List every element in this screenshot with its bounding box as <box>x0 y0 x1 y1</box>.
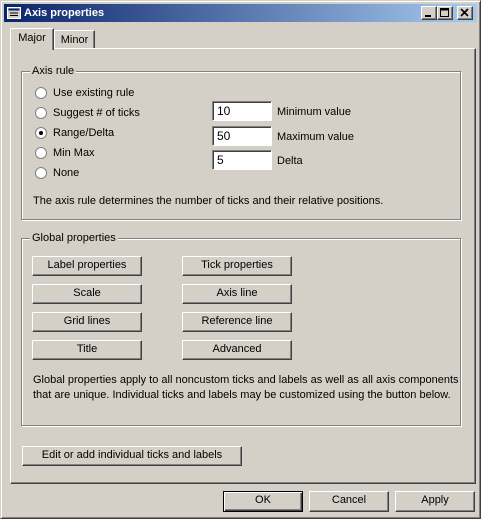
title-bar[interactable]: Axis properties <box>4 4 477 22</box>
delta-label: Delta <box>277 155 303 167</box>
tab-major[interactable]: Major <box>10 28 54 50</box>
tick-properties-button[interactable]: Tick properties <box>182 256 292 276</box>
global-properties-description-line2: that are unique. Individual ticks and la… <box>33 389 451 401</box>
axis-rule-description: The axis rule determines the number of t… <box>33 195 384 207</box>
radio-label: Suggest # of ticks <box>53 107 140 119</box>
minimum-value-input[interactable]: 10 <box>212 101 272 121</box>
scale-button[interactable]: Scale <box>32 284 142 304</box>
minimum-value-label: Minimum value <box>277 106 351 118</box>
title-button[interactable]: Title <box>32 340 142 360</box>
apply-button[interactable]: Apply <box>395 491 475 512</box>
close-icon <box>460 8 469 17</box>
axis-properties-dialog: Axis properties Major Minor Axis rule Us… <box>0 0 481 519</box>
maximize-icon <box>440 8 449 17</box>
radio-label: None <box>53 167 80 179</box>
radio-unchecked-icon <box>35 107 47 119</box>
maximum-value-input[interactable]: 50 <box>212 126 272 146</box>
axis-rule-group: Axis rule Use existing rule Suggest # of… <box>21 64 461 220</box>
axis-line-button[interactable]: Axis line <box>182 284 292 304</box>
major-tab-panel: Axis rule Use existing rule Suggest # of… <box>10 48 476 484</box>
tab-minor[interactable]: Minor <box>54 30 95 50</box>
close-button[interactable] <box>457 6 473 20</box>
maximum-value-label: Maximum value <box>277 131 355 143</box>
radio-unchecked-icon <box>35 87 47 99</box>
ok-button[interactable]: OK <box>223 491 303 512</box>
radio-unchecked-icon <box>35 147 47 159</box>
global-properties-title: Global properties <box>30 231 118 245</box>
delta-input[interactable]: 5 <box>212 150 272 170</box>
radio-unchecked-icon <box>35 167 47 179</box>
window-app-icon <box>7 6 21 20</box>
global-properties-description-line1: Global properties apply to all noncustom… <box>33 374 459 386</box>
radio-checked-icon <box>35 127 47 139</box>
radio-label: Use existing rule <box>53 87 135 99</box>
global-properties-group: Global properties Label properties Scale… <box>21 231 461 426</box>
cancel-button[interactable]: Cancel <box>309 491 389 512</box>
radio-label: Min Max <box>53 147 95 159</box>
radio-label: Range/Delta <box>53 127 115 139</box>
axis-rule-title: Axis rule <box>30 64 77 78</box>
maximize-button[interactable] <box>437 6 453 20</box>
minimize-button[interactable] <box>421 6 437 20</box>
minimize-icon <box>425 15 431 17</box>
window-title: Axis properties <box>24 7 105 19</box>
advanced-button[interactable]: Advanced <box>182 340 292 360</box>
edit-individual-ticks-button[interactable]: Edit or add individual ticks and labels <box>22 446 242 466</box>
grid-lines-button[interactable]: Grid lines <box>32 312 142 332</box>
reference-line-button[interactable]: Reference line <box>182 312 292 332</box>
label-properties-button[interactable]: Label properties <box>32 256 142 276</box>
